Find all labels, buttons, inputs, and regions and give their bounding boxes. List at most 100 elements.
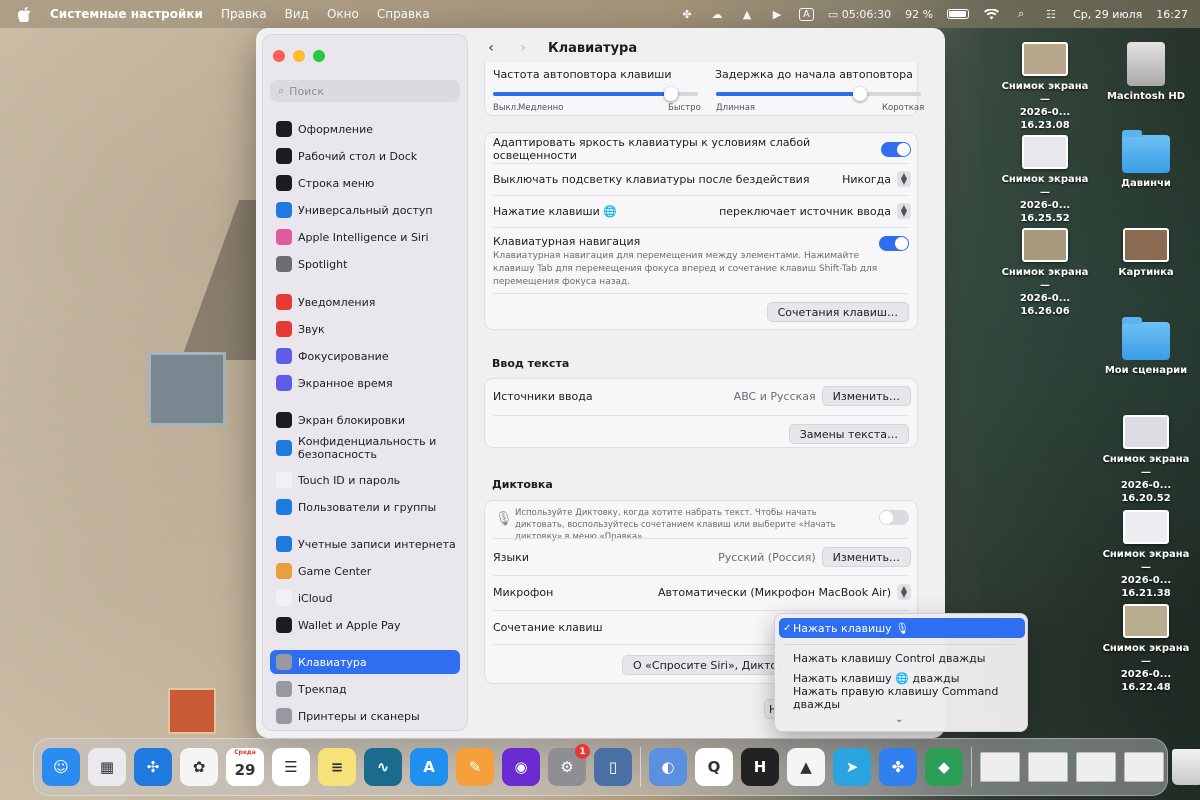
system-settings-icon[interactable]: ⚙ 1	[548, 744, 590, 786]
minimized-window-thumbnail[interactable]	[1076, 752, 1116, 782]
notes-icon[interactable]: ≡	[318, 748, 356, 786]
sidebar-item[interactable]: Звук	[270, 317, 460, 341]
firefox-icon[interactable]: ◉	[502, 748, 540, 786]
desktop-icon[interactable]: Снимок экрана — 2026-0... 16.26.06	[995, 228, 1095, 318]
search-field[interactable]: ⌕ Поиск	[270, 80, 460, 102]
sidebar-item[interactable]: Строка меню	[270, 171, 460, 195]
control-center-icon[interactable]: ☷	[1043, 7, 1059, 21]
menubar-date[interactable]: Ср, 29 июля	[1073, 8, 1142, 21]
photos-icon[interactable]: ✿	[180, 748, 218, 786]
perplexity-app-icon[interactable]: ✤	[879, 748, 917, 786]
sidebar-item[interactable]: Трекпад	[270, 677, 460, 701]
sidebar-item[interactable]: Пользователи и группы	[270, 495, 460, 519]
sidebar-item[interactable]: Принтеры и сканеры	[270, 704, 460, 728]
quicktime-icon[interactable]: Q	[695, 748, 733, 786]
menu-window[interactable]: Окно	[327, 7, 359, 21]
minimized-window-thumbnail[interactable]	[1028, 752, 1068, 782]
vlc-icon[interactable]: ▲	[787, 748, 825, 786]
sidebar-item[interactable]: iCloud	[270, 586, 460, 610]
desktop-icon[interactable]: Давинчи	[1096, 130, 1196, 190]
dictation-toggle[interactable]	[879, 510, 909, 525]
sidebar-item[interactable]: Экранное время	[270, 371, 460, 395]
repeat-delay-slider[interactable]	[716, 87, 921, 101]
sidebar-item[interactable]: Конфиденциальность и безопасность	[270, 433, 460, 463]
menu-option-right-command-twice[interactable]: Нажать правую клавишу Command дважды	[779, 685, 1025, 711]
vlc-menu-icon[interactable]: ▲	[739, 7, 755, 21]
freeform-icon[interactable]: ∿	[364, 748, 402, 786]
desktop-icon[interactable]: Снимок экрана — 2026-0... 16.23.08	[995, 42, 1095, 132]
sidebar-item[interactable]: Game Center	[270, 559, 460, 583]
keyboard-nav-toggle[interactable]	[879, 236, 909, 251]
sidebar-item[interactable]: Универсальный доступ	[270, 198, 460, 222]
handbrake-app-icon[interactable]: H	[741, 748, 779, 786]
menubar-time[interactable]: 16:27	[1156, 8, 1188, 21]
desktop-icon[interactable]: Macintosh HD	[1096, 42, 1196, 103]
minimized-window-thumbnail[interactable]	[980, 752, 1020, 782]
repeat-rate-slider[interactable]	[493, 87, 698, 101]
forward-button[interactable]: ›	[512, 37, 534, 59]
desktop-icon[interactable]: Снимок экрана — 2026-0... 16.21.38	[1096, 510, 1196, 600]
sidebar-item[interactable]: Фокусирование	[270, 344, 460, 368]
battery-icon[interactable]	[947, 9, 970, 19]
key-press-popup[interactable]: переключает источник ввода ▲ ▼	[719, 203, 911, 219]
close-button[interactable]	[273, 50, 285, 62]
green-app-icon[interactable]: ◆	[925, 748, 963, 786]
desktop-icon[interactable]: Картинка	[1096, 228, 1196, 279]
apple-logo-icon[interactable]	[16, 6, 32, 22]
trash-icon[interactable]	[1172, 749, 1200, 785]
play-menu-icon[interactable]: ▶	[769, 7, 785, 21]
wifi-icon[interactable]	[983, 7, 999, 21]
sidebar-item[interactable]: Экран блокировки	[270, 408, 460, 432]
chevron-down-icon[interactable]: ⌄	[895, 714, 903, 725]
menu-view[interactable]: Вид	[285, 7, 309, 21]
calendar-icon[interactable]: 29 Среда	[226, 748, 264, 786]
siri-dictation-privacy-button[interactable]: О «Спросите Siri», Диктовк	[622, 655, 782, 675]
launchpad-icon[interactable]: ▦	[88, 748, 126, 786]
reminders-icon[interactable]: ☰	[272, 748, 310, 786]
desktop-icon[interactable]: Мои сценарии	[1096, 317, 1196, 377]
zoom-button[interactable]	[313, 50, 325, 62]
timer-readout[interactable]: ▭ 05:06:30	[828, 8, 891, 21]
sidebar-item[interactable]: Оформление	[270, 117, 460, 141]
minimized-window-thumbnail[interactable]	[1124, 752, 1164, 782]
languages-edit-button[interactable]: Изменить…	[821, 547, 911, 567]
sidebar-item[interactable]: Touch ID и пароль	[270, 468, 460, 492]
menu-app-name[interactable]: Системные настройки	[50, 7, 203, 21]
app-store-icon[interactable]: A	[410, 748, 448, 786]
brightness-toggle[interactable]	[881, 141, 911, 157]
keyboard-shortcuts-button[interactable]: Сочетания клавиш…	[766, 302, 909, 322]
menu-edit[interactable]: Правка	[221, 7, 267, 21]
sidebar-item[interactable]: Уведомления	[270, 290, 460, 314]
iphone-mirroring-icon[interactable]: ▯	[594, 748, 632, 786]
menu-option-control-twice[interactable]: Нажать клавишу Control дважды	[779, 648, 1025, 668]
desktop-icon[interactable]: Снимок экрана — 2026-0... 16.25.52	[995, 135, 1095, 225]
repeat-rate-knob[interactable]	[664, 87, 679, 101]
desktop-icon[interactable]: Снимок экрана — 2026-0... 16.20.52	[1096, 415, 1196, 505]
menu-option-press-key[interactable]: ✓ Нажать клавишу 🎙	[779, 618, 1025, 638]
sidebar-item[interactable]: Spotlight	[270, 252, 460, 276]
text-replacements-button[interactable]: Замены текста…	[788, 424, 909, 444]
microphone-popup[interactable]: Автоматически (Микрофон MacBook Air) ▲ ▼	[658, 584, 911, 600]
input-source-indicator[interactable]: A	[798, 7, 814, 21]
sidebar-item[interactable]: Рабочий стол и Dock	[270, 144, 460, 168]
backlight-popup[interactable]: Никогда ▲ ▼	[842, 171, 911, 187]
pages-icon[interactable]: ✎	[456, 748, 494, 786]
finder-icon[interactable]: ☺	[42, 748, 80, 786]
sidebar-item[interactable]: Wallet и Apple Pay	[270, 613, 460, 637]
safari-icon[interactable]: ✣	[134, 748, 172, 786]
input-sources-edit-button[interactable]: Изменить…	[821, 386, 911, 406]
spotlight-search-icon[interactable]: ⌕	[1013, 7, 1029, 21]
repeat-delay-knob[interactable]	[852, 87, 867, 101]
minimize-button[interactable]	[293, 50, 305, 62]
sync-status-icon[interactable]: ☁	[709, 7, 725, 21]
telegram-icon[interactable]: ➤	[833, 748, 871, 786]
sidebar-item[interactable]: Учетные записи интернета	[270, 532, 460, 556]
sidebar-item[interactable]: Клавиатура	[270, 650, 460, 674]
menu-help[interactable]: Справка	[377, 7, 430, 21]
perplexity-menu-icon[interactable]: ✤	[679, 7, 695, 21]
battery-percent[interactable]: 92 %	[905, 8, 933, 21]
sidebar-item[interactable]: Apple Intelligence и Siri	[270, 225, 460, 249]
finder-helper-icon[interactable]: ◐	[649, 748, 687, 786]
desktop-icon[interactable]: Снимок экрана — 2026-0... 16.22.48	[1096, 604, 1196, 694]
back-button[interactable]: ‹	[480, 37, 502, 59]
